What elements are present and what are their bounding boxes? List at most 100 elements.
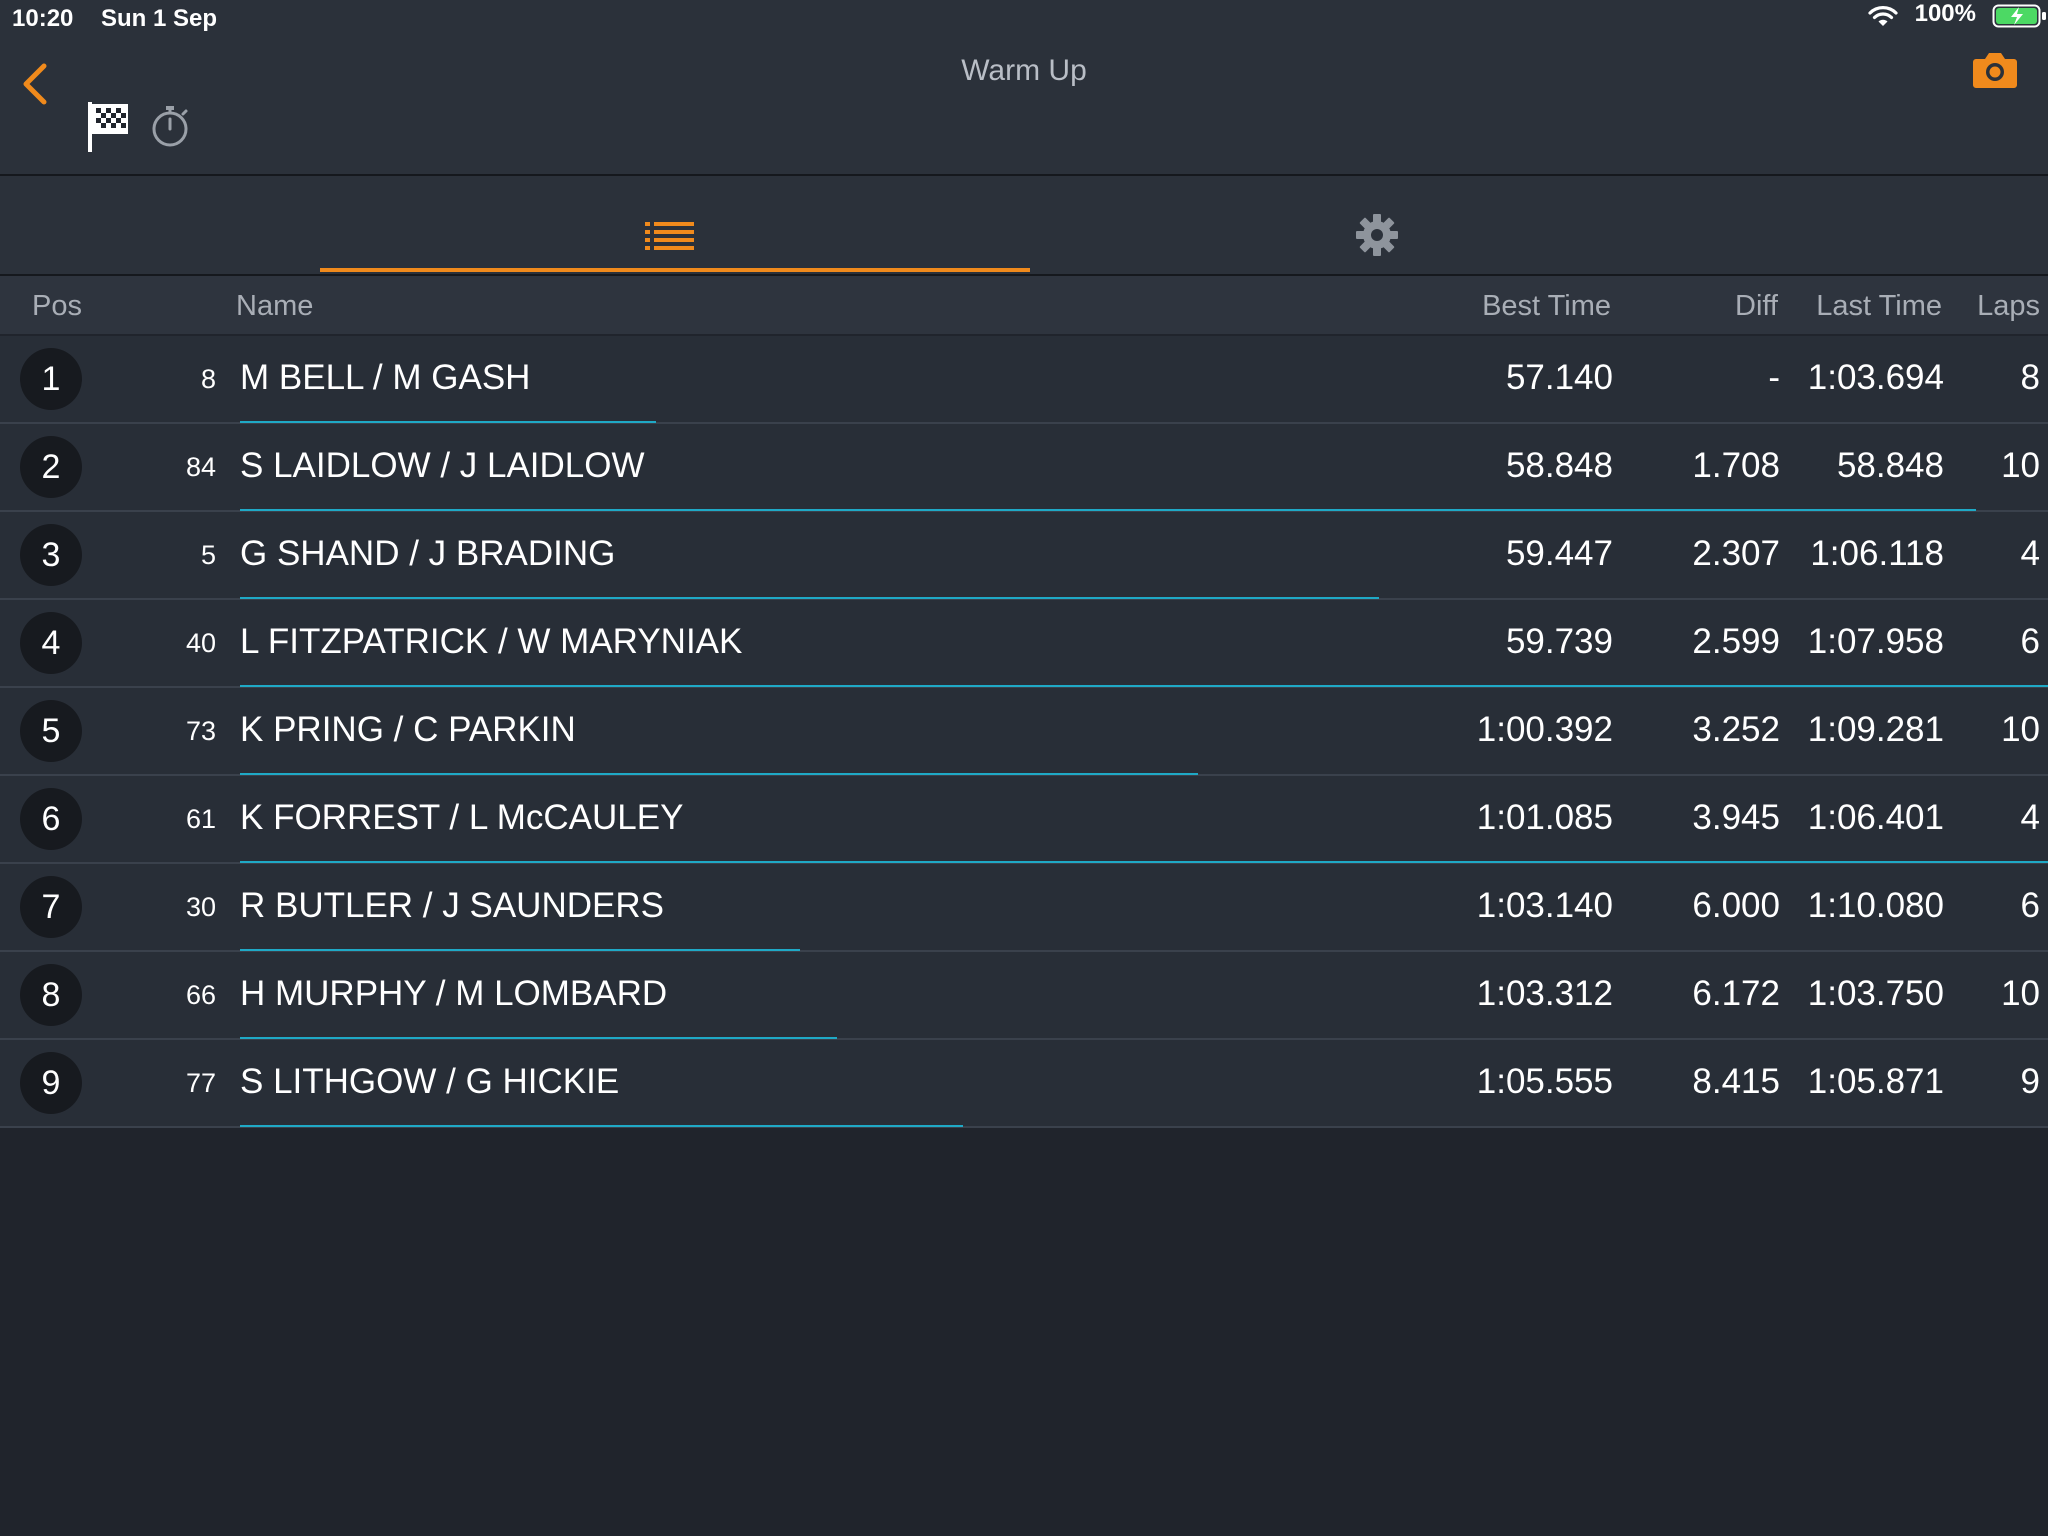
best-time: 1:01.085 <box>1476 798 1613 837</box>
lap-progress-bar <box>240 773 1198 775</box>
last-time: 1:10.080 <box>1807 886 1944 925</box>
car-number: 84 <box>185 452 216 482</box>
position-badge: 5 <box>20 700 82 762</box>
last-time: 1:03.750 <box>1807 974 1944 1013</box>
column-header-name[interactable]: Name <box>236 290 313 323</box>
diff: 1.708 <box>1692 446 1780 485</box>
position-badge: 7 <box>20 876 82 938</box>
column-header-best-time[interactable]: Best Time <box>1482 290 1611 323</box>
status-date: Sun 1 Sep <box>101 5 218 32</box>
active-tab-indicator <box>320 268 1030 272</box>
diff: 2.599 <box>1692 622 1780 661</box>
driver-name: M BELL / M GASH <box>240 358 531 397</box>
position-badge: 6 <box>20 788 82 850</box>
lap-progress-bar <box>240 685 2048 687</box>
driver-name: K PRING / C PARKIN <box>240 710 576 749</box>
column-header-laps[interactable]: Laps <box>1977 290 2040 323</box>
lap-progress-bar <box>240 509 1976 511</box>
diff: 3.945 <box>1692 798 1780 837</box>
status-time: 10:20 <box>12 5 74 32</box>
last-time: 1:09.281 <box>1807 710 1944 749</box>
page-title: Warm Up <box>961 54 1087 87</box>
laps: 10 <box>2001 710 2040 749</box>
driver-name: G SHAND / J BRADING <box>240 534 616 573</box>
laps: 10 <box>2001 974 2040 1013</box>
lap-progress-bar <box>240 861 2048 863</box>
column-header-diff[interactable]: Diff <box>1735 290 1778 323</box>
stopwatch-icon[interactable] <box>150 102 190 150</box>
diff: 6.000 <box>1692 886 1780 925</box>
wifi-icon <box>1868 6 1898 26</box>
lap-progress-bar <box>240 1037 837 1039</box>
table-row[interactable]: 9 77 S LITHGOW / G HICKIE 1:05.555 8.415… <box>0 1040 2048 1128</box>
car-number: 61 <box>185 804 216 834</box>
best-time: 59.447 <box>1505 534 1613 573</box>
table-row[interactable]: 1 8 M BELL / M GASH 57.140 - 1:03.694 8 <box>0 336 2048 424</box>
driver-name: H MURPHY / M LOMBARD <box>240 974 668 1013</box>
diff: 3.252 <box>1692 710 1780 749</box>
tab-settings[interactable] <box>1030 176 1740 274</box>
car-number: 40 <box>185 628 216 658</box>
laps: 6 <box>2020 622 2040 661</box>
last-time: 1:06.401 <box>1807 798 1944 837</box>
car-number: 77 <box>185 1068 216 1098</box>
camera-icon[interactable] <box>1972 50 2018 90</box>
best-time: 57.140 <box>1505 358 1613 397</box>
column-header-last-time[interactable]: Last Time <box>1816 290 1942 323</box>
car-number: 8 <box>200 364 216 394</box>
car-number: 30 <box>185 892 216 922</box>
best-time: 1:05.555 <box>1476 1062 1613 1101</box>
battery-icon <box>1992 4 2046 28</box>
results-table-header: Pos Name Best Time Diff Last Time Laps <box>0 276 2048 334</box>
driver-name: L FITZPATRICK / W MARYNIAK <box>240 622 743 661</box>
best-time: 59.739 <box>1505 622 1613 661</box>
best-time: 1:03.140 <box>1476 886 1613 925</box>
last-time: 1:07.958 <box>1807 622 1944 661</box>
diff: 8.415 <box>1692 1062 1780 1101</box>
position-badge: 2 <box>20 436 82 498</box>
driver-name: S LAIDLOW / J LAIDLOW <box>240 446 645 485</box>
checkered-flag-icon[interactable] <box>86 100 132 154</box>
column-header-pos[interactable]: Pos <box>32 290 82 323</box>
position-badge: 9 <box>20 1052 82 1114</box>
driver-name: K FORREST / L McCAULEY <box>240 798 684 837</box>
best-time: 1:03.312 <box>1476 974 1613 1013</box>
driver-name: R BUTLER / J SAUNDERS <box>240 886 664 925</box>
table-row[interactable]: 2 84 S LAIDLOW / J LAIDLOW 58.848 1.708 … <box>0 424 2048 512</box>
table-row[interactable]: 6 61 K FORREST / L McCAULEY 1:01.085 3.9… <box>0 776 2048 864</box>
table-row[interactable]: 5 73 K PRING / C PARKIN 1:00.392 3.252 1… <box>0 688 2048 776</box>
gear-icon <box>1356 214 1398 256</box>
lap-progress-bar <box>240 1125 963 1127</box>
laps: 9 <box>2020 1062 2040 1101</box>
last-time: 1:03.694 <box>1807 358 1944 397</box>
car-number: 73 <box>185 716 216 746</box>
laps: 8 <box>2020 358 2040 397</box>
best-time: 58.848 <box>1505 446 1613 485</box>
lap-progress-bar <box>240 949 800 951</box>
best-time: 1:00.392 <box>1476 710 1613 749</box>
nav-header: Warm Up <box>0 40 2048 176</box>
diff: 2.307 <box>1692 534 1780 573</box>
last-time: 1:05.871 <box>1807 1062 1944 1101</box>
table-row[interactable]: 7 30 R BUTLER / J SAUNDERS 1:03.140 6.00… <box>0 864 2048 952</box>
tab-results-list[interactable] <box>320 176 1030 274</box>
last-time: 1:06.118 <box>1810 534 1944 573</box>
status-bar: 10:20 Sun 1 Sep 100% <box>0 0 2048 40</box>
battery-percent: 100% <box>1914 0 1976 27</box>
position-badge: 1 <box>20 348 82 410</box>
laps: 10 <box>2001 446 2040 485</box>
position-badge: 3 <box>20 524 82 586</box>
lap-progress-bar <box>240 597 1379 599</box>
position-badge: 4 <box>20 612 82 674</box>
tab-bar <box>0 176 2048 276</box>
diff: - <box>1768 358 1780 397</box>
laps: 6 <box>2020 886 2040 925</box>
laps: 4 <box>2020 534 2040 573</box>
table-row[interactable]: 3 5 G SHAND / J BRADING 59.447 2.307 1:0… <box>0 512 2048 600</box>
diff: 6.172 <box>1692 974 1780 1013</box>
table-row[interactable]: 8 66 H MURPHY / M LOMBARD 1:03.312 6.172… <box>0 952 2048 1040</box>
list-icon <box>645 222 694 250</box>
lap-progress-bar <box>240 421 656 423</box>
table-row[interactable]: 4 40 L FITZPATRICK / W MARYNIAK 59.739 2… <box>0 600 2048 688</box>
last-time: 58.848 <box>1836 446 1944 485</box>
